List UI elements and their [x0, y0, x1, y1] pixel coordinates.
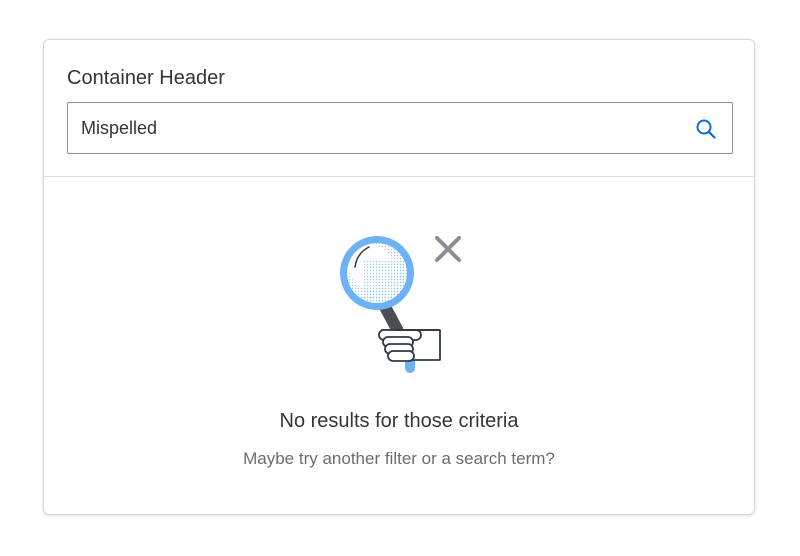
empty-state-title: No results for those criteria — [279, 410, 519, 432]
close-x-icon — [435, 236, 461, 262]
search-input[interactable] — [68, 103, 678, 153]
search-field[interactable] — [67, 102, 733, 154]
search-icon[interactable] — [694, 117, 718, 141]
container-title: Container Header — [67, 67, 225, 89]
empty-state-subtitle: Maybe try another filter or a search ter… — [243, 449, 555, 468]
container-card: Container Header Mispelled No results fo… — [43, 39, 755, 515]
hand-icon — [378, 329, 441, 362]
container-header: Container Header — [44, 40, 754, 177]
no-results-illustration — [340, 236, 461, 373]
